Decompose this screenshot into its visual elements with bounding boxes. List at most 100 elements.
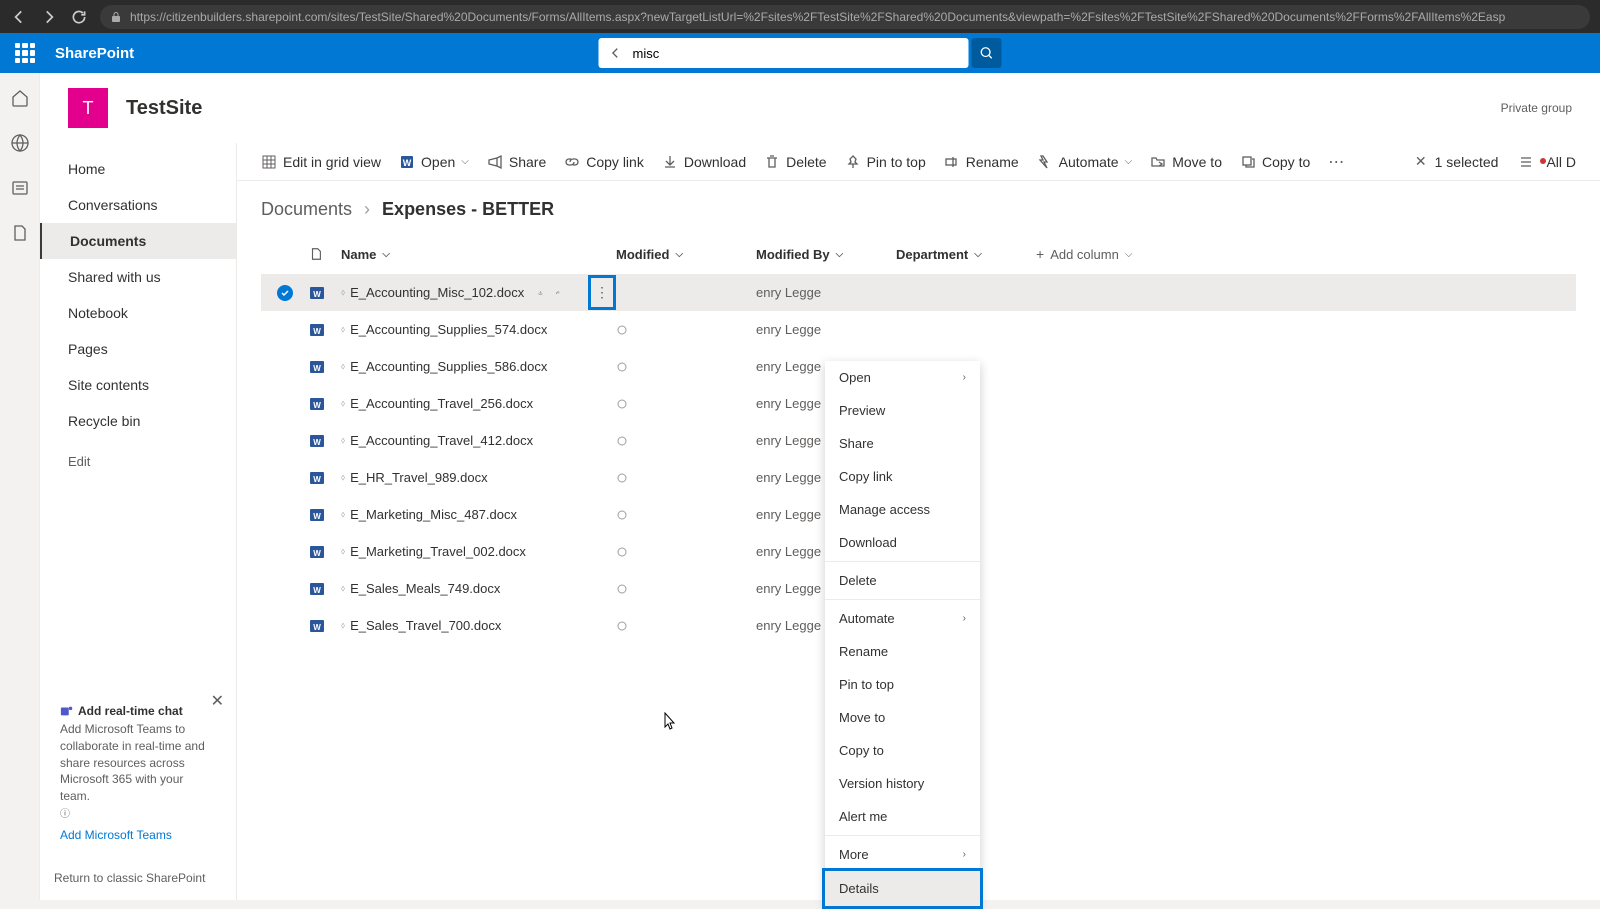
modified-by-cell[interactable]: enry Legge	[756, 322, 896, 337]
chevron-down-icon: ⌵	[1125, 156, 1133, 167]
browser-chrome: https://citizenbuilders.sharepoint.com/s…	[0, 0, 1600, 33]
file-name-link[interactable]: E_Marketing_Misc_487.docx	[350, 507, 517, 522]
nav-item-recycle-bin[interactable]: Recycle bin	[40, 403, 236, 439]
delete-button[interactable]: Delete	[764, 154, 826, 170]
department-column-header[interactable]: Department⌵	[896, 247, 1036, 262]
chat-promo-link[interactable]: Add Microsoft Teams	[60, 828, 216, 842]
table-row[interactable]: W⬨E_Accounting_Supplies_574.docxenry Leg…	[261, 311, 1576, 348]
nav-edit-link[interactable]: Edit	[40, 444, 236, 479]
file-name-link[interactable]: E_HR_Travel_989.docx	[350, 470, 488, 485]
search-container	[599, 38, 1002, 68]
share-button[interactable]: Share	[487, 154, 546, 170]
type-column[interactable]	[309, 247, 341, 261]
menu-item-details[interactable]: Details	[822, 868, 983, 909]
selection-count[interactable]: ✕ 1 selected	[1415, 153, 1499, 170]
pin-button[interactable]: Pin to top	[845, 154, 926, 170]
row-more-button[interactable]: ⋮	[588, 275, 616, 310]
modified-column-header[interactable]: Modified⌵	[616, 247, 756, 262]
file-name-link[interactable]: E_Sales_Travel_700.docx	[350, 618, 501, 633]
menu-item-more[interactable]: More›	[825, 838, 980, 871]
list-icon	[1518, 154, 1534, 170]
selected-check-icon[interactable]	[277, 285, 293, 301]
grid-icon	[261, 154, 277, 170]
more-commands-button[interactable]: ⋯	[1328, 152, 1344, 172]
file-name-link[interactable]: E_Accounting_Supplies_586.docx	[350, 359, 547, 374]
site-name[interactable]: TestSite	[126, 97, 202, 120]
word-icon: W	[309, 396, 325, 412]
app-name[interactable]: SharePoint	[55, 45, 134, 62]
share-icon[interactable]	[538, 286, 543, 300]
search-back-icon[interactable]	[609, 46, 623, 60]
copy-link-button[interactable]: Copy link	[564, 154, 644, 170]
sharepoint-header: SharePoint	[0, 33, 1600, 73]
menu-item-share[interactable]: Share	[825, 427, 980, 460]
word-icon: W	[309, 433, 325, 449]
search-button[interactable]	[972, 38, 1002, 68]
menu-item-delete[interactable]: Delete	[825, 564, 980, 597]
chevron-down-icon: ⌵	[836, 249, 844, 260]
close-icon[interactable]: ✕	[211, 691, 224, 711]
file-name-link[interactable]: E_Sales_Meals_749.docx	[350, 581, 500, 596]
svg-text:W: W	[313, 623, 321, 632]
add-column-button[interactable]: +Add column⌵	[1036, 246, 1132, 262]
menu-item-manage-access[interactable]: Manage access	[825, 493, 980, 526]
word-icon: W	[309, 322, 325, 338]
share-icon	[487, 154, 503, 170]
nav-item-notebook[interactable]: Notebook	[40, 295, 236, 331]
share-arrow-icon[interactable]	[555, 286, 560, 300]
browser-url-bar[interactable]: https://citizenbuilders.sharepoint.com/s…	[100, 5, 1590, 29]
menu-item-open[interactable]: Open›	[825, 361, 980, 394]
browser-forward-button[interactable]	[40, 8, 58, 26]
word-icon: W	[309, 581, 325, 597]
search-box[interactable]	[599, 38, 969, 68]
copy-button[interactable]: Copy to	[1240, 154, 1310, 170]
files-icon[interactable]	[10, 223, 30, 243]
browser-back-button[interactable]	[10, 8, 28, 26]
news-icon[interactable]	[10, 178, 30, 198]
menu-item-automate[interactable]: Automate›	[825, 602, 980, 635]
download-button[interactable]: Download	[662, 154, 746, 170]
search-input[interactable]	[633, 46, 959, 61]
clear-selection-icon[interactable]: ✕	[1415, 153, 1427, 170]
menu-item-move-to[interactable]: Move to	[825, 701, 980, 734]
file-name-link[interactable]: E_Marketing_Travel_002.docx	[350, 544, 526, 559]
svg-text:W: W	[313, 549, 321, 558]
menu-item-rename[interactable]: Rename	[825, 635, 980, 668]
pin-icon	[845, 154, 861, 170]
table-row[interactable]: W⬨E_Accounting_Misc_102.docx⋮enry Legge	[261, 274, 1576, 311]
edit-grid-button[interactable]: Edit in grid view	[261, 154, 381, 170]
site-logo[interactable]: T	[68, 88, 108, 128]
file-name-link[interactable]: E_Accounting_Misc_102.docx	[350, 285, 524, 300]
open-button[interactable]: W Open ⌵	[399, 154, 469, 170]
breadcrumb-parent-link[interactable]: Documents	[261, 199, 352, 220]
name-column-header[interactable]: Name⌵	[341, 247, 616, 262]
view-selector[interactable]: All D	[1518, 154, 1576, 170]
app-launcher-button[interactable]	[15, 43, 35, 63]
menu-item-preview[interactable]: Preview	[825, 394, 980, 427]
menu-item-version-history[interactable]: Version history	[825, 767, 980, 800]
nav-item-site-contents[interactable]: Site contents	[40, 367, 236, 403]
browser-reload-button[interactable]	[70, 8, 88, 26]
modified-by-cell[interactable]: enry Legge	[756, 285, 896, 300]
menu-item-copy-to[interactable]: Copy to	[825, 734, 980, 767]
move-button[interactable]: Move to	[1150, 154, 1222, 170]
nav-item-pages[interactable]: Pages	[40, 331, 236, 367]
nav-item-documents[interactable]: Documents	[40, 223, 236, 259]
file-name-link[interactable]: E_Accounting_Travel_256.docx	[350, 396, 533, 411]
file-name-link[interactable]: E_Accounting_Travel_412.docx	[350, 433, 533, 448]
command-bar-right: ✕ 1 selected All D	[1415, 153, 1576, 170]
rename-button[interactable]: Rename	[944, 154, 1019, 170]
file-name-link[interactable]: E_Accounting_Supplies_574.docx	[350, 322, 547, 337]
globe-icon[interactable]	[10, 133, 30, 153]
modified-by-column-header[interactable]: Modified By⌵	[756, 247, 896, 262]
home-icon[interactable]	[10, 88, 30, 108]
menu-item-copy-link[interactable]: Copy link	[825, 460, 980, 493]
nav-item-shared-with-us[interactable]: Shared with us	[40, 259, 236, 295]
automate-button[interactable]: Automate ⌵	[1037, 154, 1133, 170]
menu-item-pin-to-top[interactable]: Pin to top	[825, 668, 980, 701]
nav-item-conversations[interactable]: Conversations	[40, 187, 236, 223]
menu-item-download[interactable]: Download	[825, 526, 980, 559]
classic-link[interactable]: Return to classic SharePoint	[54, 871, 205, 885]
nav-item-home[interactable]: Home	[40, 151, 236, 187]
menu-item-alert-me[interactable]: Alert me	[825, 800, 980, 833]
